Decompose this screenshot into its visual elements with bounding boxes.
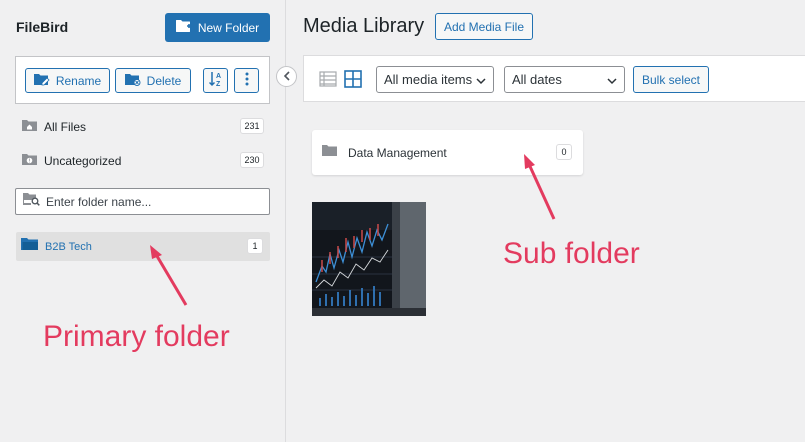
sort-button[interactable]: AZ — [203, 68, 228, 93]
uncategorized-folder-icon: ! — [22, 153, 38, 169]
chevron-down-icon — [607, 74, 617, 89]
uncategorized-label: Uncategorized — [44, 154, 122, 168]
svg-text:A: A — [216, 73, 221, 80]
home-folder-icon — [22, 119, 38, 135]
sub-folder-arrow — [521, 152, 559, 227]
sort-az-icon: AZ — [208, 71, 223, 90]
kebab-menu-icon — [245, 72, 249, 89]
media-type-value: All media items — [384, 72, 473, 87]
chevron-down-icon — [476, 74, 486, 89]
delete-label: Delete — [146, 73, 182, 88]
collapse-sidebar-button[interactable] — [276, 66, 297, 87]
media-thumbnail[interactable] — [312, 202, 426, 316]
filebird-title: FileBird — [16, 19, 69, 35]
folder-item-b2b-tech[interactable]: B2B Tech 1 — [16, 232, 270, 261]
media-type-select[interactable]: All media items — [376, 66, 494, 93]
list-view-icon[interactable] — [319, 70, 337, 88]
uncategorized-count: 230 — [240, 152, 264, 168]
all-files-count: 231 — [240, 118, 264, 134]
folder-label: B2B Tech — [45, 240, 92, 253]
sub-folder-annotation: Sub folder — [503, 237, 640, 270]
page-title: Media Library — [303, 15, 425, 37]
rename-button[interactable]: Rename — [25, 68, 110, 93]
delete-button[interactable]: Delete — [115, 68, 191, 93]
folder-icon — [322, 144, 338, 162]
all-files-item[interactable]: All Files 231 — [22, 118, 264, 136]
folder-search[interactable] — [15, 188, 270, 215]
folder-icon — [21, 237, 39, 256]
folder-count: 1 — [247, 238, 263, 254]
folder-plus-icon — [175, 19, 192, 36]
new-folder-label: New Folder — [197, 20, 260, 35]
add-media-button[interactable]: Add Media File — [435, 13, 533, 40]
media-filter-bar: All media items All dates Bulk select — [303, 55, 805, 102]
grid-view-icon[interactable] — [344, 70, 362, 88]
filebird-sidebar: FileBird New Folder Rename Delete AZ All… — [0, 0, 286, 442]
bulk-select-button[interactable]: Bulk select — [633, 66, 709, 93]
primary-folder-annotation: Primary folder — [43, 320, 230, 353]
rename-label: Rename — [55, 73, 102, 88]
uncategorized-item[interactable]: ! Uncategorized 230 — [22, 152, 264, 170]
date-filter-value: All dates — [512, 72, 562, 87]
all-files-label: All Files — [44, 120, 87, 134]
folder-search-icon — [22, 192, 40, 211]
new-folder-button[interactable]: New Folder — [165, 13, 270, 42]
folder-delete-icon — [124, 73, 141, 89]
rename-icon — [33, 73, 50, 89]
more-options-button[interactable] — [234, 68, 259, 93]
date-filter-select[interactable]: All dates — [504, 66, 625, 93]
primary-folder-arrow — [148, 243, 190, 313]
subfolder-label: Data Management — [348, 145, 447, 160]
svg-text:Z: Z — [216, 81, 221, 87]
folder-toolbar: Rename Delete AZ — [15, 56, 270, 104]
chevron-left-icon — [283, 70, 291, 84]
folder-search-input[interactable] — [46, 194, 261, 209]
